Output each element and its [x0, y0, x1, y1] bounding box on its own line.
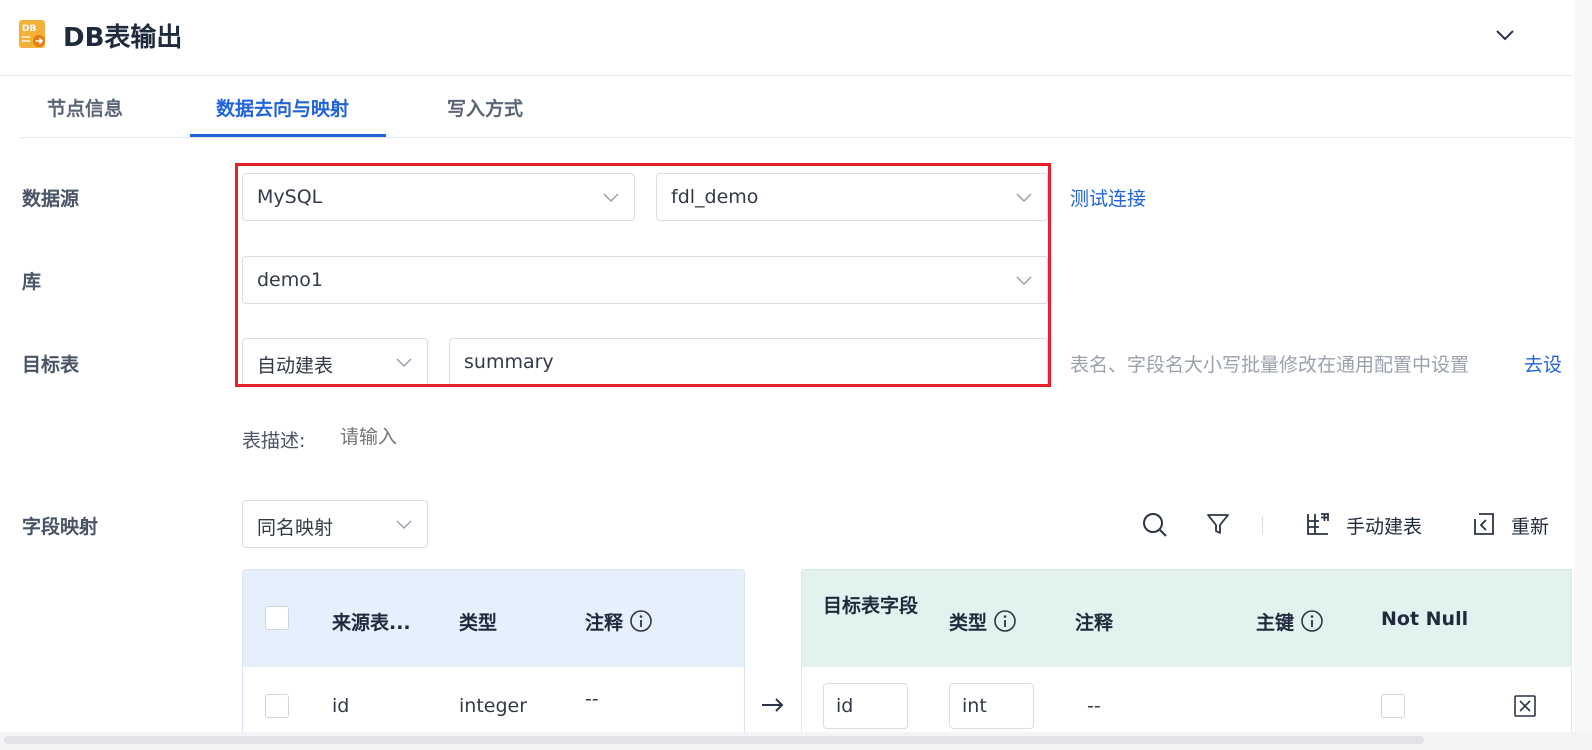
- page-title: DB表输出: [63, 23, 183, 53]
- row-checkbox[interactable]: [265, 694, 289, 718]
- not-null-checkbox[interactable]: [1381, 694, 1405, 718]
- chevron-down-icon: [396, 358, 412, 368]
- manual-create-table-button[interactable]: 手动建表: [1346, 512, 1422, 539]
- target-table-name-input[interactable]: summary: [449, 338, 1048, 386]
- source-comment-header-label: 注释: [585, 612, 624, 634]
- active-tab-indicator: [190, 134, 386, 137]
- remap-button[interactable]: 重新: [1511, 512, 1557, 539]
- target-table-name-value: summary: [464, 351, 554, 373]
- tab-data-destination-mapping[interactable]: 数据去向与映射: [216, 94, 349, 121]
- tab-node-info[interactable]: 节点信息: [47, 94, 123, 121]
- field-mapping-mode-value: 同名映射: [257, 517, 334, 539]
- source-field-header: 来源表...: [332, 612, 411, 634]
- db-table-icon: DB: [19, 20, 45, 48]
- field-mapping-mode-select[interactable]: 同名映射: [242, 500, 428, 548]
- chevron-down-icon: [1016, 193, 1032, 203]
- select-all-checkbox[interactable]: [265, 606, 289, 630]
- target-type-input[interactable]: int: [949, 683, 1034, 729]
- source-type-header: 类型: [459, 612, 498, 634]
- source-fields-table: 来源表... 类型 注释 id integer --: [242, 569, 745, 734]
- target-comment-header: 注释: [1075, 612, 1114, 634]
- not-null-header: Not Null: [1381, 608, 1469, 630]
- tab-write-mode[interactable]: 写入方式: [447, 94, 523, 121]
- database-select[interactable]: demo1: [242, 256, 1048, 304]
- info-icon[interactable]: [993, 609, 1017, 633]
- filter-icon[interactable]: [1205, 511, 1231, 537]
- primary-key-header: 主键: [1256, 608, 1324, 635]
- target-type-value: int: [962, 695, 987, 717]
- svg-text:DB: DB: [22, 24, 36, 34]
- go-settings-link[interactable]: 去设: [1524, 350, 1564, 377]
- test-connection-link[interactable]: 测试连接: [1070, 184, 1146, 211]
- table-description-input[interactable]: [340, 426, 640, 448]
- horizontal-scrollbar[interactable]: [0, 732, 1592, 750]
- source-field-cell: id: [332, 695, 350, 717]
- search-icon[interactable]: [1141, 511, 1169, 539]
- source-comment-cell: --: [585, 688, 599, 710]
- tab-bar: 节点信息 数据去向与映射 写入方式: [20, 76, 1572, 138]
- target-field-value: id: [836, 695, 854, 717]
- target-fields-table: 目标表字段 类型 注释 主键 Not Null id int --: [801, 569, 1572, 734]
- datasource-connection-value: fdl_demo: [671, 186, 759, 208]
- vertical-scrollbar[interactable]: [1574, 0, 1592, 732]
- toolbar-divider: [1262, 516, 1263, 534]
- source-comment-header: 注释: [585, 608, 653, 635]
- chevron-down-icon: [603, 193, 619, 203]
- info-icon[interactable]: [629, 609, 653, 633]
- target-table-mode-value: 自动建表: [257, 355, 334, 377]
- arrow-right-icon: [762, 698, 784, 712]
- chevron-down-icon: [396, 520, 412, 530]
- primary-key-header-label: 主键: [1256, 612, 1295, 634]
- database-label: 库: [22, 271, 42, 293]
- chevron-down-icon: [1016, 276, 1032, 286]
- delete-mapping-icon[interactable]: [1513, 694, 1537, 718]
- field-mapping-label: 字段映射: [22, 516, 99, 538]
- datasource-type-select[interactable]: MySQL: [242, 173, 635, 221]
- target-comment-cell: --: [1087, 695, 1101, 717]
- table-create-icon[interactable]: [1305, 511, 1331, 537]
- horizontal-scrollbar-thumb[interactable]: [4, 736, 1424, 744]
- chevron-down-icon[interactable]: [1492, 22, 1518, 48]
- target-table-mode-select[interactable]: 自动建表: [242, 338, 428, 386]
- datasource-connection-select[interactable]: fdl_demo: [656, 173, 1048, 221]
- target-type-header-label: 类型: [949, 612, 988, 634]
- target-field-header: 目标表字段: [823, 595, 919, 617]
- target-type-header: 类型: [949, 608, 1017, 635]
- target-table-label: 目标表: [22, 354, 80, 376]
- datasource-type-value: MySQL: [257, 186, 323, 208]
- target-field-input[interactable]: id: [823, 683, 908, 729]
- remap-icon[interactable]: [1471, 511, 1497, 537]
- case-setting-hint: 表名、字段名大小写批量修改在通用配置中设置: [1070, 354, 1470, 376]
- source-type-cell: integer: [459, 695, 528, 717]
- info-icon[interactable]: [1300, 609, 1324, 633]
- table-description-label: 表描述:: [242, 430, 306, 452]
- database-value: demo1: [257, 269, 323, 291]
- node-header: [0, 0, 1572, 76]
- datasource-label: 数据源: [22, 188, 80, 210]
